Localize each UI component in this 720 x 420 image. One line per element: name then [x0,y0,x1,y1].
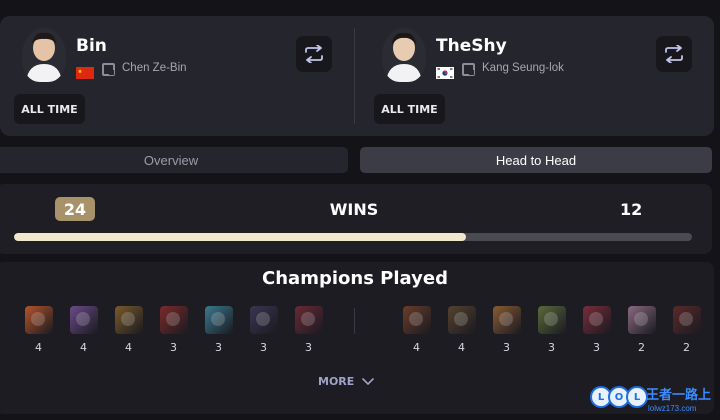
champion-games-count: 3 [215,341,222,354]
champion-8-icon [402,306,431,334]
player-name-left: Bin [76,36,107,56]
champion-item[interactable]: 2 [664,306,709,354]
champion-games-count: 3 [170,341,177,354]
swap-arrows-icon [665,45,683,63]
champion-6-icon [249,306,278,334]
player-avatar-right [382,28,426,82]
wins-panel: 24 WINS 12 [0,184,712,254]
watermark-url: lolwz173.com [648,404,697,413]
champion-item[interactable]: 3 [574,306,619,354]
player-card-left: Bin Chen Ze-Bin ALL TIME [10,16,350,136]
wins-count-right: 12 [620,200,643,219]
player-card-right: TheShy Kang Seung-lok ALL TIME [370,16,710,136]
more-label: MORE [318,375,355,388]
champion-games-count: 3 [593,341,600,354]
swap-player-button-right[interactable] [656,36,692,72]
champion-item[interactable]: 3 [151,306,196,354]
champion-item[interactable]: 4 [439,306,484,354]
champion-item[interactable]: 3 [484,306,529,354]
player-real-name-left: Chen Ze-Bin [122,62,187,74]
swap-arrows-icon [305,45,323,63]
champions-list-left: 4 4 4 3 3 3 3 [16,306,331,354]
time-filter-button-left[interactable]: ALL TIME [14,94,85,124]
player-avatar-left [22,28,66,82]
champion-games-count: 3 [305,341,312,354]
watermark-brand: 王者一路上 [646,388,712,403]
champions-divider [354,308,355,334]
champions-list-right: 4 4 3 3 3 2 2 [394,306,709,354]
champion-item[interactable]: 3 [196,306,241,354]
wins-bar-fill [14,233,467,241]
player-divider [354,28,355,124]
korea-flag-icon [436,64,454,79]
champion-11-icon [537,306,566,334]
team-logo-icon [462,63,475,76]
chevron-down-icon [362,377,375,385]
player-real-name-right: Kang Seung-lok [482,62,564,74]
champion-5-icon [204,306,233,334]
champion-13-icon [627,306,656,334]
champion-games-count: 2 [683,341,690,354]
champion-item[interactable]: 4 [106,306,151,354]
champion-2-icon [69,306,98,334]
champion-games-count: 2 [638,341,645,354]
champion-7-icon [294,306,323,334]
champion-games-count: 4 [80,341,87,354]
player-name-right: TheShy [436,36,507,56]
champion-item[interactable]: 4 [16,306,61,354]
wins-bar-track [14,233,692,241]
watermark-letter: L [626,386,648,408]
champion-12-icon [582,306,611,334]
champion-9-icon [447,306,476,334]
champion-games-count: 4 [35,341,42,354]
champion-1-icon [24,306,53,334]
player-compare-panel: Bin Chen Ze-Bin ALL TIME TheShy Kang Seu… [0,16,714,136]
champion-item[interactable]: 2 [619,306,664,354]
team-logo-icon [102,63,115,76]
china-flag-icon [76,64,94,79]
champion-games-count: 3 [548,341,555,354]
champion-games-count: 3 [260,341,267,354]
champion-item[interactable]: 4 [394,306,439,354]
champions-title: Champions Played [262,268,448,289]
champion-item[interactable]: 3 [529,306,574,354]
tab-overview[interactable]: Overview [0,147,348,173]
champion-games-count: 3 [503,341,510,354]
champion-games-count: 4 [413,341,420,354]
site-watermark: L O L 王者一路上 lolwz173.com [586,380,720,420]
champion-item[interactable]: 3 [286,306,331,354]
wins-label: WINS [329,200,379,219]
champion-games-count: 4 [458,341,465,354]
champion-item[interactable]: 3 [241,306,286,354]
champion-games-count: 4 [125,341,132,354]
time-filter-button-right[interactable]: ALL TIME [374,94,445,124]
swap-player-button-left[interactable] [296,36,332,72]
champion-4-icon [159,306,188,334]
tab-head-to-head[interactable]: Head to Head [360,147,712,173]
champion-14-icon [672,306,701,334]
champion-10-icon [492,306,521,334]
champion-item[interactable]: 4 [61,306,106,354]
more-button[interactable]: MORE [318,375,375,388]
champion-3-icon [114,306,143,334]
